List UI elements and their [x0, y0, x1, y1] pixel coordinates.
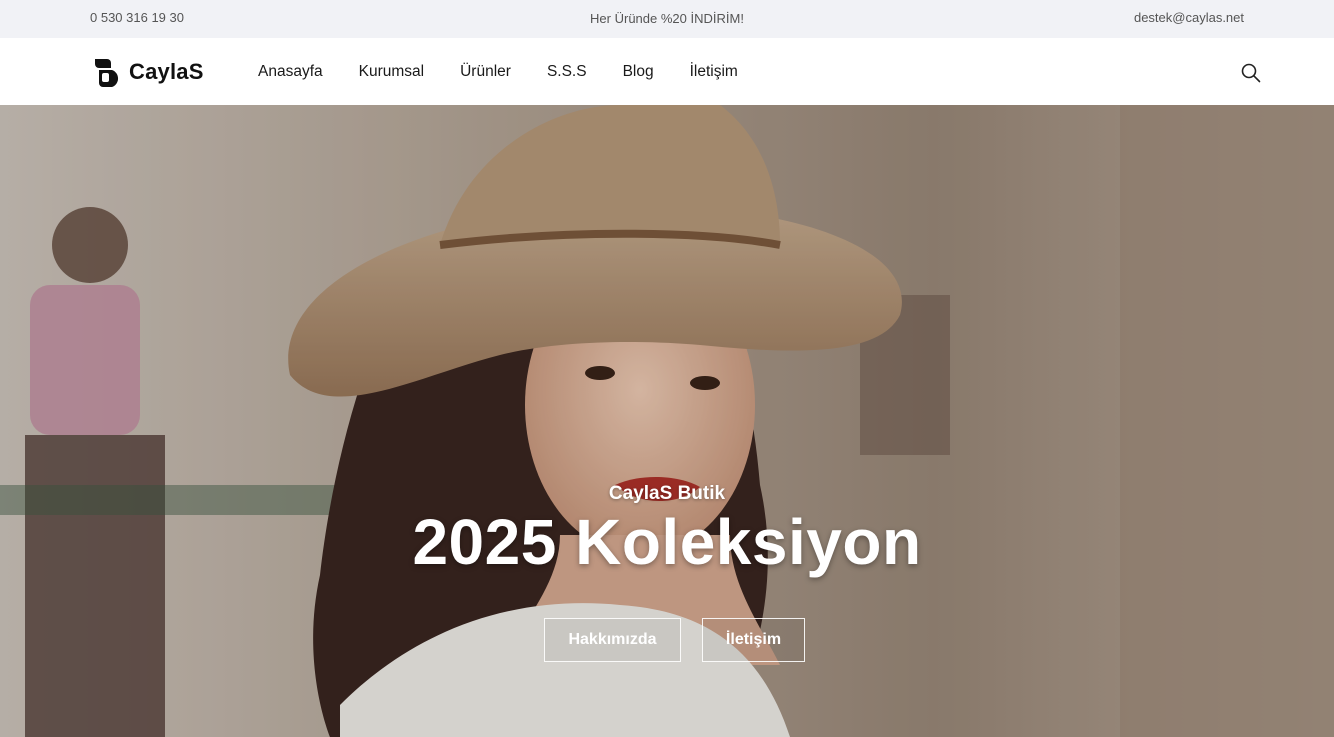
brand-name: CaylaS	[129, 59, 204, 84]
search-icon	[1241, 63, 1261, 83]
caylas-logo-icon	[95, 59, 119, 87]
nav-item-iletisim[interactable]: İletişim	[690, 62, 738, 82]
main-nav: Anasayfa Kurumsal Ürünler S.S.S Blog İle…	[258, 62, 774, 82]
nav-item-sss[interactable]: S.S.S	[547, 62, 587, 82]
nav-item-anasayfa[interactable]: Anasayfa	[258, 62, 323, 82]
about-button[interactable]: Hakkımızda	[544, 618, 681, 662]
nav-item-urunler[interactable]: Ürünler	[460, 62, 511, 82]
site-header: CaylaS Anasayfa Kurumsal Ürünler S.S.S B…	[0, 38, 1334, 105]
support-email[interactable]: destek@caylas.net	[1134, 10, 1244, 25]
contact-button[interactable]: İletişim	[702, 618, 805, 662]
hero-title: 2025 Koleksiyon	[412, 506, 922, 578]
hero-tagline: CaylaS Butik	[608, 483, 726, 504]
nav-item-kurumsal[interactable]: Kurumsal	[359, 62, 424, 82]
nav-item-blog[interactable]: Blog	[623, 62, 654, 82]
hero-banner: CaylaS Butik 2025 Koleksiyon Hakkımızda …	[0, 105, 1334, 737]
search-button[interactable]	[1240, 62, 1262, 84]
logo[interactable]: CaylaS	[94, 56, 204, 88]
top-bar: 0 530 316 19 30 Her Üründe %20 İNDİRİM! …	[0, 0, 1334, 38]
